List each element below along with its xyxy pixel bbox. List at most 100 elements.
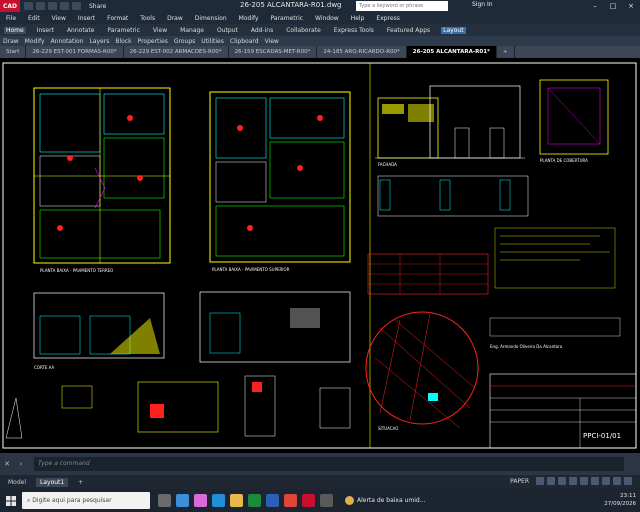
menu-window[interactable]: Window: [315, 15, 339, 22]
menu-insert[interactable]: Insert: [78, 15, 95, 22]
panel-block[interactable]: Block: [115, 38, 131, 45]
widget-icon[interactable]: [176, 494, 189, 507]
windows-start-icon[interactable]: [0, 489, 22, 512]
drawing-canvas[interactable]: PLANTA BAIXA - PAVIMENTO TERREO PLANTA B…: [0, 58, 640, 453]
tab-parametric[interactable]: Parametric: [105, 27, 142, 34]
tab-output[interactable]: Output: [215, 27, 240, 34]
panel-clipboard[interactable]: Clipboard: [230, 38, 259, 45]
tab-layout1[interactable]: Layout1: [36, 477, 69, 487]
layout-tabs: Model Layout1 + PAPER: [0, 475, 640, 489]
panel-groups[interactable]: Groups: [174, 38, 195, 45]
doc-tab-arq-ricardo[interactable]: 24-185 ARQ-RICARDO-R00*: [317, 46, 407, 58]
menu-modify[interactable]: Modify: [239, 15, 259, 22]
tab-layout[interactable]: Layout: [441, 26, 466, 34]
label-ground-plan: PLANTA BAIXA - PAVIMENTO TERREO: [40, 268, 113, 273]
annotation-scale-icon[interactable]: [602, 477, 610, 485]
close-command-icon[interactable]: ✕: [0, 460, 14, 468]
panel-layers[interactable]: Layers: [89, 38, 109, 45]
doc-tab-armacoes[interactable]: 26-229 EST-002 ARMACOES-R00*: [124, 46, 229, 58]
ground-floor-plan: PLANTA BAIXA - PAVIMENTO TERREO: [33, 87, 171, 273]
roof-plan: PLANTA DE COBERTURA: [539, 79, 609, 163]
panel-modify[interactable]: Modify: [25, 38, 45, 45]
weather-alert[interactable]: Alerta de baixa umid...: [345, 496, 425, 505]
task-view-icon[interactable]: [158, 494, 171, 507]
taskbar-apps: [158, 494, 333, 507]
tab-view[interactable]: View: [151, 27, 169, 34]
close-icon[interactable]: ×: [622, 0, 640, 12]
osnap-icon[interactable]: [580, 477, 588, 485]
ortho-icon[interactable]: [558, 477, 566, 485]
app-icon[interactable]: [320, 494, 333, 507]
maximize-icon[interactable]: □: [604, 0, 622, 12]
menu-draw[interactable]: Draw: [167, 15, 183, 22]
weather-alert-icon: [345, 496, 354, 505]
lineweight-icon[interactable]: [591, 477, 599, 485]
word-icon[interactable]: [266, 494, 279, 507]
system-tray-clock[interactable]: 23:11 27/09/2026: [604, 492, 636, 508]
tab-annotate[interactable]: Annotate: [65, 27, 96, 34]
status-bar: PAPER: [510, 477, 632, 485]
share-button[interactable]: Share: [89, 3, 106, 10]
customize-icon[interactable]: [624, 477, 632, 485]
menu-parametric[interactable]: Parametric: [271, 15, 304, 22]
menu-bar: File Edit View Insert Format Tools Draw …: [0, 12, 640, 24]
doc-tab-formas[interactable]: 26-229 EST-001 FORMAS-R00*: [26, 46, 124, 58]
copilot-icon[interactable]: [194, 494, 207, 507]
site-plan: SITUACAO: [365, 311, 479, 431]
workspace-gear-icon[interactable]: [613, 477, 621, 485]
app-logo[interactable]: CAD: [0, 0, 20, 12]
panel-view[interactable]: View: [265, 38, 279, 45]
tab-home[interactable]: Home: [4, 26, 26, 34]
panel-draw[interactable]: Draw: [3, 38, 19, 45]
new-tab-button[interactable]: +: [497, 46, 515, 58]
tab-collaborate[interactable]: Collaborate: [284, 27, 323, 34]
menu-file[interactable]: File: [6, 15, 16, 22]
tab-add-ins[interactable]: Add-ins: [249, 27, 275, 34]
tab-featured-apps[interactable]: Featured Apps: [385, 27, 432, 34]
chrome-icon[interactable]: [284, 494, 297, 507]
paper-space-toggle[interactable]: PAPER: [510, 478, 529, 485]
tab-insert[interactable]: Insert: [35, 27, 56, 34]
save-icon[interactable]: [48, 2, 57, 10]
panel-properties[interactable]: Properties: [138, 38, 168, 45]
command-input[interactable]: Type a command: [34, 457, 624, 471]
file-explorer-icon[interactable]: [230, 494, 243, 507]
menu-dimension[interactable]: Dimension: [195, 15, 227, 22]
tab-express-tools[interactable]: Express Tools: [332, 27, 376, 34]
taskbar-search-input[interactable]: ⌕ Digite aqui para pesquisar: [22, 492, 150, 509]
new-icon[interactable]: [24, 2, 33, 10]
sign-in-button[interactable]: Sign In: [472, 1, 493, 8]
autocad-icon[interactable]: [302, 494, 315, 507]
doc-tab-escadas[interactable]: 26-159 ESCADAS-MET-R00*: [229, 46, 318, 58]
help-search-input[interactable]: Type a keyword or phrase: [356, 1, 448, 11]
minimize-icon[interactable]: –: [586, 0, 604, 12]
menu-edit[interactable]: Edit: [28, 15, 40, 22]
title-bar: CAD Share 26-205 ALCANTARA-R01.dwg Type …: [0, 0, 640, 12]
excel-icon[interactable]: [248, 494, 261, 507]
add-layout-button[interactable]: +: [78, 479, 83, 486]
spec-tables: Eng. Armando Oliveira Da Alcantara: [367, 227, 621, 349]
section-cuts: CORTE AA: [33, 291, 351, 370]
upper-floor-plan: PLANTA BAIXA - PAVIMENTO SUPERIOR: [209, 91, 351, 272]
menu-format[interactable]: Format: [107, 15, 128, 22]
tab-model[interactable]: Model: [8, 479, 26, 486]
edge-icon[interactable]: [212, 494, 225, 507]
menu-tools[interactable]: Tools: [140, 15, 155, 22]
menu-view[interactable]: View: [52, 15, 66, 22]
redo-icon[interactable]: [72, 2, 81, 10]
label-site: SITUACAO: [378, 426, 398, 431]
snap-icon[interactable]: [547, 477, 555, 485]
doc-tab-alcantara[interactable]: 26-205 ALCANTARA-R01*: [406, 46, 497, 58]
panel-annotation[interactable]: Annotation: [51, 38, 84, 45]
tab-manage[interactable]: Manage: [178, 27, 206, 34]
document-tabs: Start 26-229 EST-001 FORMAS-R00* 26-229 …: [0, 46, 640, 58]
grid-icon[interactable]: [536, 477, 544, 485]
undo-icon[interactable]: [60, 2, 69, 10]
polar-icon[interactable]: [569, 477, 577, 485]
command-history-icon[interactable]: ›: [14, 460, 28, 468]
panel-utilities[interactable]: Utilities: [201, 38, 224, 45]
open-icon[interactable]: [36, 2, 45, 10]
doc-tab-start[interactable]: Start: [0, 46, 27, 58]
menu-express[interactable]: Express: [376, 15, 399, 22]
menu-help[interactable]: Help: [351, 15, 365, 22]
